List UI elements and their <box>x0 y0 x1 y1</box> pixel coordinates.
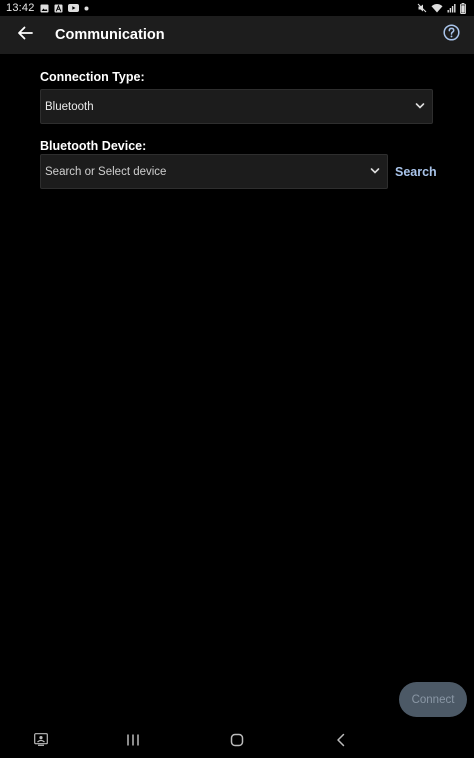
text-a-icon <box>54 4 63 13</box>
chevron-down-icon <box>415 102 425 110</box>
status-time: 13:42 <box>6 2 35 14</box>
app-bar: Communication <box>0 16 474 54</box>
search-button[interactable]: Search <box>395 165 437 179</box>
dot-icon <box>84 6 89 11</box>
status-left: 13:42 <box>6 2 89 14</box>
mute-icon <box>417 3 427 13</box>
back-button[interactable] <box>0 16 50 54</box>
nav-back-icon[interactable] <box>334 733 348 747</box>
battery-icon <box>460 2 466 14</box>
page-title: Communication <box>55 27 165 43</box>
arrow-left-icon <box>17 26 33 45</box>
connect-button[interactable]: Connect <box>399 682 467 717</box>
bluetooth-device-select[interactable]: Search or Select device <box>40 154 388 189</box>
help-button[interactable] <box>441 24 461 46</box>
help-circle-icon <box>442 24 460 46</box>
recent-apps-icon[interactable] <box>126 733 140 747</box>
youtube-icon <box>67 4 79 12</box>
wifi-icon <box>431 3 443 13</box>
image-icon <box>40 4 49 13</box>
connection-type-value: Bluetooth <box>45 100 94 113</box>
connection-type-label: Connection Type: <box>40 70 145 84</box>
chevron-down-icon <box>370 167 380 175</box>
nav-bar <box>0 724 474 758</box>
connection-type-select[interactable]: Bluetooth <box>40 89 433 124</box>
screen: 13:42 Communication Connection Type: Blu… <box>0 0 474 758</box>
status-right <box>417 2 466 14</box>
status-bar: 13:42 <box>0 0 474 16</box>
signal-icon <box>447 3 456 13</box>
screenshot-icon[interactable] <box>34 733 48 746</box>
bluetooth-device-placeholder: Search or Select device <box>45 165 167 178</box>
bluetooth-device-label: Bluetooth Device: <box>40 139 147 153</box>
home-icon[interactable] <box>230 733 244 747</box>
